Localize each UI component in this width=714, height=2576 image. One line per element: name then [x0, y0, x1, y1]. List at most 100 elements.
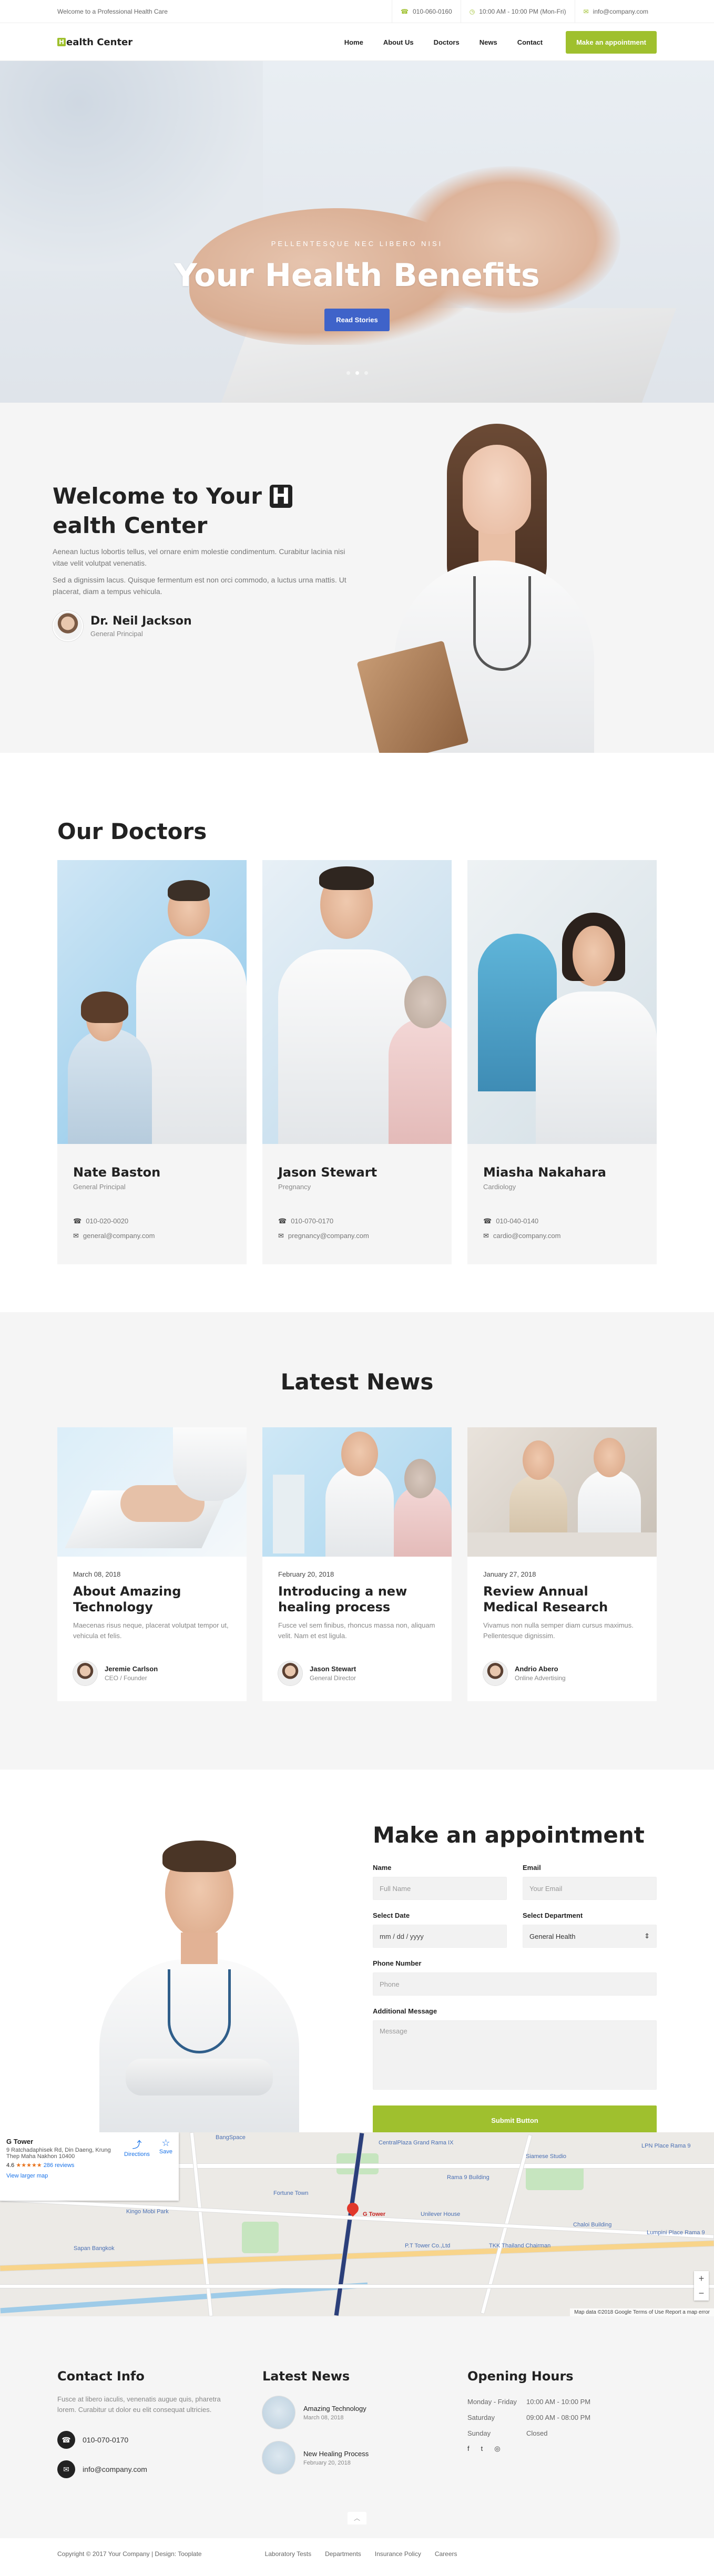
star-icon: ★★★★★: [16, 2162, 42, 2169]
date-field[interactable]: mm / dd / yyyy: [373, 1925, 507, 1948]
doctor-card[interactable]: Jason Stewart Pregnancy ☎ 010-070-0170 ✉ pr…: [262, 860, 452, 1264]
map-pin-icon[interactable]: [344, 2200, 361, 2217]
mail-icon: ✉: [583, 8, 589, 15]
avatar: [278, 1661, 302, 1685]
department-select[interactable]: General Health ⇕: [523, 1925, 657, 1948]
doctor-phone[interactable]: 010-020-0020: [86, 1217, 128, 1225]
footer-phone[interactable]: 010-070-0170: [83, 2436, 128, 2444]
main-nav: Home About Us Doctors News Contact: [344, 38, 543, 46]
slider-dot-active[interactable]: [355, 371, 359, 375]
footer-email[interactable]: info@company.com: [83, 2465, 147, 2473]
nav-about[interactable]: About Us: [383, 38, 414, 46]
news-title[interactable]: Introducing a new healing process: [278, 1583, 436, 1615]
hero-title: Your Health Benefits: [174, 257, 540, 294]
author-role: General Director: [310, 1674, 356, 1682]
footer-link[interactable]: Insurance Policy: [375, 2550, 421, 2558]
doctor-name: Nate Baston: [73, 1165, 161, 1180]
doctor-email[interactable]: pregnancy@company.com: [288, 1232, 369, 1240]
slider-dots: [0, 371, 714, 375]
doctors-section: Our Doctors Nate Baston General Principa…: [0, 753, 714, 1312]
doctor-phone[interactable]: 010-070-0170: [291, 1217, 333, 1225]
message-field[interactable]: Message: [373, 2020, 657, 2090]
footer-link[interactable]: Laboratory Tests: [265, 2550, 312, 2558]
news-thumbnail: [262, 2441, 295, 2474]
opening-hours: Monday - Friday 10:00 AM - 10:00 PM Satur…: [467, 2398, 591, 2437]
doctor-woman-image: [356, 418, 620, 753]
nav-contact[interactable]: Contact: [517, 38, 543, 46]
news-card[interactable]: February 20, 2018 Introducing a new heal…: [262, 1427, 452, 1701]
contact-text: Fusce at libero iaculis, venenatis augue…: [57, 2395, 221, 2414]
email-field[interactable]: Your Email: [523, 1877, 657, 1900]
map-label: Fortune Town: [273, 2190, 309, 2196]
news-image: [262, 1427, 452, 1557]
doctor-phone[interactable]: 010-040-0140: [496, 1217, 538, 1225]
mail-icon: ✉: [57, 2460, 75, 2478]
submit-button[interactable]: Submit Button: [373, 2105, 657, 2132]
news-card[interactable]: March 08, 2018 About Amazing Technology …: [57, 1427, 247, 1701]
read-stories-button[interactable]: Read Stories: [324, 309, 390, 331]
reviews-link[interactable]: 286 reviews: [44, 2162, 75, 2169]
news-title[interactable]: About Amazing Technology: [73, 1583, 231, 1615]
name-field[interactable]: Full Name: [373, 1877, 507, 1900]
top-phone[interactable]: 010-060-0160: [413, 8, 452, 15]
map-zoom-control[interactable]: + −: [694, 2271, 709, 2301]
top-email[interactable]: info@company.com: [593, 8, 648, 15]
map-label: Sapan Bangkok: [74, 2245, 115, 2252]
author-role: CEO / Founder: [105, 1674, 147, 1682]
author-role: Online Advertising: [515, 1674, 566, 1682]
logo[interactable]: Health Center: [57, 37, 132, 48]
doctor-card[interactable]: Miasha Nakahara Cardiology ☎ 010-040-0140…: [467, 860, 657, 1264]
mail-icon: ✉: [73, 1232, 79, 1240]
footer-link[interactable]: Departments: [325, 2550, 361, 2558]
department-label: Select Department: [523, 1911, 583, 1919]
logo-text: ealth Center: [66, 36, 133, 48]
doctor-card[interactable]: Nate Baston General Principal ☎ 010-020-0…: [57, 860, 247, 1264]
footer-news-item[interactable]: Amazing Technology March 08, 2018: [262, 2396, 467, 2429]
doctor-email[interactable]: cardio@company.com: [493, 1232, 561, 1240]
top-hours: 10:00 AM - 10:00 PM (Mon-Fri): [479, 8, 566, 15]
nav-home[interactable]: Home: [344, 38, 363, 46]
map-label: Unilever House: [421, 2211, 461, 2217]
slider-dot[interactable]: [346, 371, 350, 375]
map-label: BangSpace: [216, 2134, 246, 2141]
nav-news[interactable]: News: [480, 38, 497, 46]
copyright: Copyright © 2017 Your Company | Design: …: [57, 2550, 202, 2558]
facebook-icon[interactable]: f: [467, 2445, 470, 2453]
appointment-form: Make an appointment Name Full Name Email Y…: [373, 1822, 657, 2132]
email-label: Email: [523, 1864, 541, 1872]
slider-dot[interactable]: [364, 371, 368, 375]
twitter-icon[interactable]: t: [481, 2445, 483, 2453]
site-footer: Contact Info Fusce at libero iaculis, ve…: [0, 2316, 714, 2538]
map-label: Chaloi Building: [573, 2222, 612, 2228]
news-card[interactable]: January 27, 2018 Review Annual Medical R…: [467, 1427, 657, 1701]
phone-field[interactable]: Phone: [373, 1972, 657, 1996]
section-title: Latest News: [280, 1369, 434, 1395]
news-title[interactable]: Review Annual Medical Research: [483, 1583, 641, 1615]
doctor-role: Cardiology: [483, 1183, 516, 1191]
back-to-top-button[interactable]: ︿: [348, 2512, 366, 2524]
doctor-role: General Principal: [73, 1183, 126, 1191]
avatar: [73, 1661, 97, 1685]
footer-link[interactable]: Careers: [435, 2550, 457, 2558]
map-attribution: Map data ©2018 Google Terms of Use Repor…: [570, 2308, 714, 2316]
principal-name: Dr. Neil Jackson: [90, 615, 192, 628]
footer-news-title: Latest News: [262, 2369, 350, 2384]
phone-icon: ☎: [401, 8, 409, 15]
section-title: Our Doctors: [57, 819, 207, 844]
chevron-up-icon: ︿: [353, 2514, 360, 2522]
directions-button[interactable]: ⤴ Directions: [124, 2138, 150, 2179]
doctor-email[interactable]: general@company.com: [83, 1232, 155, 1240]
footer-news-item[interactable]: New Healing Process February 20, 2018: [262, 2441, 467, 2474]
welcome-paragraph-1: Aenean luctus lobortis tellus, vel ornar…: [53, 547, 345, 567]
larger-map-link[interactable]: View larger map: [6, 2173, 117, 2179]
bottom-bar: Copyright © 2017 Your Company | Design: …: [0, 2538, 714, 2570]
map-place-card: G Tower 9 Ratchadaphisek Rd, Din Daeng, …: [0, 2132, 179, 2201]
hero-slider: PELLENTESQUE NEC LIBERO NISI Your Health…: [0, 61, 714, 403]
save-button[interactable]: ☆ Save: [159, 2138, 172, 2179]
nav-doctors[interactable]: Doctors: [434, 38, 460, 46]
appointment-cta-button[interactable]: Make an appointment: [566, 30, 657, 54]
instagram-icon[interactable]: ◎: [494, 2445, 500, 2453]
doctor-photo: [57, 860, 247, 1144]
google-map[interactable]: BangSpace CentralPlaza Grand Rama IX Sia…: [0, 2132, 714, 2316]
place-rating: 4.6: [6, 2162, 15, 2169]
